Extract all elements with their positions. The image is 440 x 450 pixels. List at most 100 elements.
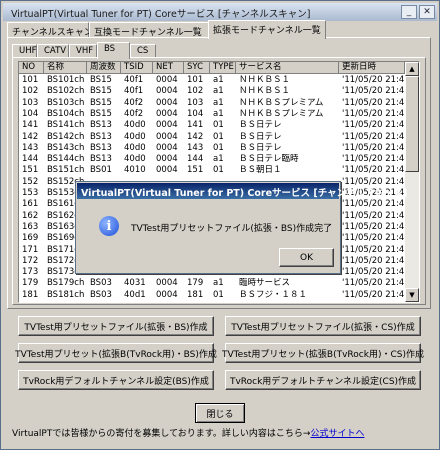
ok-button[interactable]: OK (279, 248, 334, 267)
cell-updated: '11/05/20 21:41 (342, 210, 408, 221)
tab-vhf[interactable]: VHF (69, 44, 97, 58)
official-site-link[interactable]: 公式サイトへ (310, 429, 364, 439)
cell-updated: '11/05/20 21:41 (342, 233, 408, 244)
preset-extb-bs-button[interactable]: TVTest用プリセット(拡張B(TvRock用)・BS)作成 (15, 343, 217, 363)
cell-no: 102 (22, 86, 39, 97)
table-row[interactable]: 101 BS101ch BS15 40f1 0004 101 a1 ＮＨＫＢＳ１ '11/05/… (19, 75, 408, 85)
cell-updated: '11/05/20 21:41 (342, 255, 408, 266)
preset-extb-cs-button[interactable]: TVTest用プリセット(拡張B(TvRock用)・CS)作成 (222, 343, 424, 363)
col-type[interactable]: TYPE (210, 62, 236, 74)
list-header: NO 名称 周波数 TSID NET SYC TYPE サービス名 更新日時 (19, 62, 405, 74)
cell-no: 173 (22, 267, 39, 278)
cell-no: 163 (22, 221, 39, 232)
tab-compat-list[interactable]: 互換モードチャンネル一覧 (89, 22, 209, 38)
cell-type: a1 (213, 97, 224, 108)
cell-service-name: ＮＨＫＢＳ１ (239, 86, 291, 97)
tab-channel-scan[interactable]: チャンネルスキャン (7, 22, 93, 38)
cell-tsid: 40f1 (124, 75, 144, 85)
dialog-message: TVTest用プリセットファイル(拡張・BS)作成完了 (131, 224, 333, 234)
cell-type: 01 (213, 289, 224, 300)
col-tsid[interactable]: TSID (121, 62, 153, 74)
cell-no: 104 (22, 108, 39, 119)
tab-bs[interactable]: BS (97, 42, 130, 59)
tab-uhf[interactable]: UHF (12, 44, 37, 58)
scroll-down-icon[interactable]: ▼ (405, 288, 419, 302)
col-service-name[interactable]: サービス名 (236, 62, 339, 74)
col-net[interactable]: NET (153, 62, 184, 74)
close-icon[interactable]: ✕ (419, 5, 435, 19)
cell-updated: '11/05/20 21:41 (342, 244, 408, 255)
col-frequency[interactable]: 周波数 (87, 62, 121, 74)
table-row[interactable]: 103 BS103ch BS15 40f2 0004 103 a1 ＮＨＫＢＳプレミアム '11… (19, 97, 408, 108)
col-name[interactable]: 名称 (44, 62, 87, 74)
col-no[interactable]: NO (19, 62, 44, 74)
cell-service-name: ＢＳ日テレ (239, 142, 282, 153)
cell-net: 0004 (156, 278, 178, 289)
cell-tsid: 40f2 (124, 97, 144, 108)
table-row[interactable]: 151 BS151ch BS01 4010 0004 151 01 ＢＳ朝日１ '11/05/2… (19, 165, 408, 176)
cell-name: BS103ch (47, 97, 85, 108)
cell-no: 143 (22, 142, 39, 153)
cell-syc: 144 (187, 154, 204, 165)
table-row[interactable]: 179 BS179ch BS03 4031 0004 179 a1 臨時サービス '11/05/… (19, 278, 408, 289)
message-dialog: VirtualPT(Virtual Tuner for PT) Coreサービス… (75, 181, 407, 274)
cell-no: 153 (22, 188, 39, 198)
cell-tsid: 40f1 (124, 86, 144, 97)
window-title: VirtualPT(Virtual Tuner for PT) Coreサービス… (11, 9, 311, 20)
table-row[interactable]: 141 BS141ch BS13 40d0 0004 141 01 ＢＳ日テレ '11/05/2… (19, 120, 408, 131)
tab-catv[interactable]: CATV (37, 44, 69, 58)
info-icon: i (99, 216, 119, 236)
scroll-thumb[interactable] (405, 76, 419, 172)
table-row[interactable]: 104 BS104ch BS15 40f2 0004 104 a1 ＮＨＫＢＳプレミアム '11… (19, 108, 408, 119)
tvrock-cs-button[interactable]: TvRock用デフォルトチャンネル設定(CS)作成 (225, 370, 421, 390)
close-button[interactable]: 閉じる (195, 403, 245, 423)
cell-updated: '11/05/20 21:41 (342, 154, 408, 165)
minimize-icon[interactable]: _ (401, 5, 417, 19)
cell-service-name: ＮＨＫＢＳプレミアム (239, 97, 324, 108)
table-row[interactable]: 102 BS102ch BS15 40f1 0004 102 a1 ＮＨＫＢＳ１ '11/05/… (19, 86, 408, 97)
cell-name: BS142ch (47, 131, 85, 142)
cell-frequency: BS15 (90, 75, 112, 85)
cell-frequency: BS03 (90, 289, 112, 300)
cell-updated: '11/05/20 21:41 (342, 142, 408, 153)
cell-updated: '11/05/20 21:41 (342, 131, 408, 142)
preset-ext-bs-button[interactable]: TVTest用プリセットファイル(拡張・BS)作成 (18, 316, 214, 336)
preset-ext-cs-button[interactable]: TVTest用プリセットファイル(拡張・CS)作成 (225, 316, 421, 336)
cell-name: BS181ch (47, 289, 85, 300)
table-row[interactable]: 181 BS181ch BS03 40d1 0004 181 01 ＢＳフジ・１８１ '11/0… (19, 289, 408, 300)
tab-cs[interactable]: CS (130, 44, 156, 58)
cell-name: BS101ch (47, 75, 85, 85)
col-updated[interactable]: 更新日時 (339, 62, 405, 74)
cell-no: 179 (22, 278, 39, 289)
scroll-up-icon[interactable]: ▲ (405, 62, 419, 76)
title-bar: VirtualPT(Virtual Tuner for PT) Coreサービス… (3, 3, 437, 21)
cell-syc: 181 (187, 289, 204, 300)
cell-frequency: BS13 (90, 131, 112, 142)
footer-text: VirtualPTでは皆様からの寄付を募集しております。詳しい内容はこちら→ (12, 429, 311, 439)
cell-type: 01 (213, 120, 224, 131)
cell-updated: '11/05/20 21:41 (342, 120, 408, 131)
cell-frequency: BS03 (90, 278, 112, 289)
cell-net: 0004 (156, 108, 178, 119)
cell-updated: '11/05/20 21:41 (342, 75, 408, 85)
tvrock-bs-button[interactable]: TvRock用デフォルトチャンネル設定(BS)作成 (18, 370, 214, 390)
cell-type: 01 (213, 131, 224, 142)
cell-type: 01 (213, 142, 224, 153)
table-row[interactable]: 143 BS143ch BS13 40d0 0004 143 01 ＢＳ日テレ '11/05/2… (19, 142, 408, 153)
list-scrollbar[interactable]: ▲ ▼ (405, 62, 419, 302)
cell-net: 0004 (156, 86, 178, 97)
cell-tsid: 40d0 (124, 154, 146, 165)
cell-updated: '11/05/20 21:41 (342, 278, 408, 289)
cell-syc: 151 (187, 165, 204, 176)
cell-name: BS144ch (47, 154, 85, 165)
table-row[interactable]: 142 BS142ch BS13 40d0 0004 142 01 ＢＳ日テレ '11/05/2… (19, 131, 408, 142)
tab-extended-list[interactable]: 拡張モードチャンネル一覧 (208, 20, 326, 39)
cell-service-name: ＢＳ日テレ (239, 120, 282, 131)
cell-type: a1 (213, 108, 224, 119)
cell-updated: '11/05/20 21:41 (342, 221, 408, 232)
cell-name: BS179ch (47, 278, 85, 289)
cell-updated: '11/05/20 21:41 (342, 108, 408, 119)
table-row[interactable]: 144 BS144ch BS13 40d0 0004 144 a1 ＢＳ日テレ臨時 '11/05… (19, 154, 408, 165)
col-syc[interactable]: SYC (184, 62, 210, 74)
cell-service-name: 臨時サービス (239, 278, 291, 289)
